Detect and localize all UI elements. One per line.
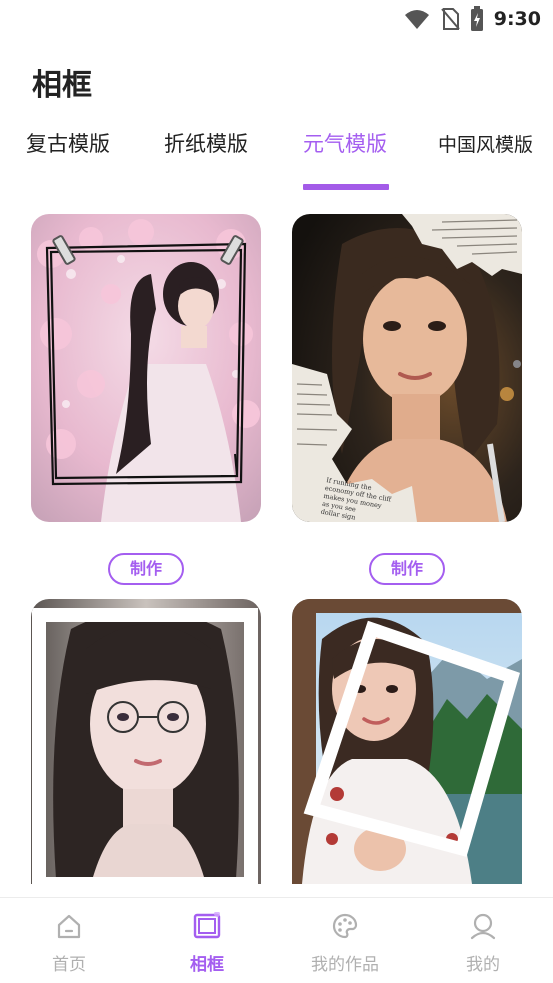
page-title: 相框 [32,68,92,103]
nav-item-frame[interactable]: 相框 [138,898,276,983]
battery-charging-icon [470,6,483,31]
nav-item-me[interactable]: 我的 [414,898,552,983]
nav-label-home: 首页 [52,955,86,975]
tab-retro[interactable]: 复古模版 [26,128,110,158]
tab-origami[interactable]: 折纸模版 [164,128,248,158]
nav-item-home[interactable]: 首页 [0,898,138,983]
template-preview-image [292,599,522,884]
tab-genki[interactable]: 元气模版 [303,128,387,158]
active-tab-indicator [303,184,389,190]
template-card-white-border[interactable] [31,599,261,884]
tab-chinese-style[interactable]: 中国风模版 [438,130,533,157]
no-sim-icon [440,8,460,30]
nav-item-my-works[interactable]: 我的作品 [276,898,414,983]
bottom-navigation: 首页 相框 我的作品 我的 [0,897,553,983]
nav-label-me: 我的 [466,955,500,975]
nav-label-frame: 相框 [190,955,224,975]
palette-icon [332,913,358,939]
status-bar: 9:30 [0,0,553,40]
home-icon [57,914,81,939]
clock-time: 9:30 [493,8,541,30]
make-button-torn-newspaper[interactable]: 制作 [369,553,445,585]
template-preview-image [31,214,261,522]
template-tabs: 复古模版 折纸模版 元气模版 中国风模版 [0,128,553,198]
user-icon [470,913,496,940]
template-preview-image [31,599,261,884]
frame-icon [193,912,221,939]
template-card-tilted-polaroid[interactable] [292,599,522,884]
template-card-clip-frame[interactable] [31,214,261,522]
template-card-torn-newspaper[interactable]: If running the economy off the cliff mak… [292,214,522,522]
make-button-clip-frame[interactable]: 制作 [108,553,184,585]
nav-label-my-works: 我的作品 [311,955,379,975]
template-preview-image: If running the economy off the cliff mak… [292,214,522,522]
wifi-icon [404,10,429,29]
